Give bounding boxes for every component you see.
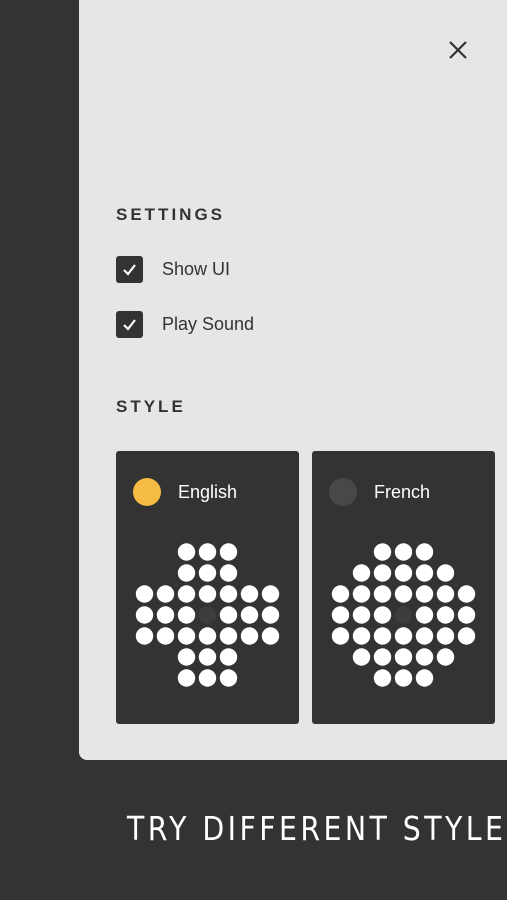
peg [261, 627, 280, 645]
peg [240, 627, 259, 645]
peg [352, 585, 371, 603]
peg [198, 627, 217, 645]
peg [135, 585, 154, 603]
peg [331, 585, 350, 603]
peg [394, 627, 413, 645]
peg [331, 627, 350, 645]
peg [415, 669, 434, 687]
style-card-english[interactable]: English [116, 451, 299, 724]
peg [352, 627, 371, 645]
checkmark-icon [123, 318, 136, 331]
peg [219, 669, 238, 687]
peg [436, 606, 455, 624]
peg [240, 585, 259, 603]
peg [240, 606, 259, 624]
peg [373, 585, 392, 603]
peg [261, 606, 280, 624]
peg [394, 543, 413, 561]
peg [436, 648, 455, 666]
peg [156, 585, 175, 603]
peg [373, 543, 392, 561]
peg [394, 564, 413, 582]
peg [415, 627, 434, 645]
peg [198, 648, 217, 666]
peg [219, 543, 238, 561]
peg [177, 564, 196, 582]
peg [415, 585, 434, 603]
peg [135, 606, 154, 624]
peg [219, 606, 238, 624]
peg [394, 648, 413, 666]
french-board-icon [331, 543, 476, 687]
peg [373, 564, 392, 582]
peg [177, 585, 196, 603]
peg [352, 606, 371, 624]
peg [415, 606, 434, 624]
peg [177, 669, 196, 687]
play-sound-label: Play Sound [162, 313, 255, 334]
peg [177, 627, 196, 645]
peg [219, 585, 238, 603]
peg [156, 627, 175, 645]
close-icon [449, 41, 467, 59]
peg [373, 627, 392, 645]
empty-hole [394, 606, 413, 624]
tagline: TRY DIFFERENT STYLES [127, 809, 507, 848]
peg [177, 606, 196, 624]
peg [457, 627, 476, 645]
style-title: STYLE [116, 397, 186, 416]
peg [415, 648, 434, 666]
peg [219, 564, 238, 582]
peg [198, 564, 217, 582]
peg [436, 627, 455, 645]
peg [373, 669, 392, 687]
style-card-french[interactable]: French [312, 451, 495, 724]
peg [394, 585, 413, 603]
peg [177, 543, 196, 561]
peg [198, 669, 217, 687]
peg [261, 585, 280, 603]
peg [457, 606, 476, 624]
peg [198, 543, 217, 561]
peg [156, 606, 175, 624]
peg [457, 585, 476, 603]
show-ui-label: Show UI [162, 258, 231, 279]
empty-hole [198, 606, 217, 624]
peg [219, 627, 238, 645]
play-sound-option[interactable]: Play Sound [116, 310, 254, 338]
peg [373, 648, 392, 666]
settings-title: SETTINGS [116, 205, 226, 224]
peg [331, 606, 350, 624]
peg [135, 627, 154, 645]
peg [394, 669, 413, 687]
peg [415, 564, 434, 582]
checkmark-icon [123, 263, 136, 276]
peg [198, 585, 217, 603]
peg [373, 606, 392, 624]
peg [436, 585, 455, 603]
peg [436, 564, 455, 582]
show-ui-option[interactable]: Show UI [116, 255, 230, 283]
close-button[interactable] [444, 36, 472, 64]
english-board-icon [135, 543, 280, 687]
peg [177, 648, 196, 666]
play-sound-checkbox[interactable] [116, 310, 143, 338]
peg [352, 564, 371, 582]
peg [415, 543, 434, 561]
peg [219, 648, 238, 666]
peg [352, 648, 371, 666]
show-ui-checkbox[interactable] [116, 255, 143, 283]
